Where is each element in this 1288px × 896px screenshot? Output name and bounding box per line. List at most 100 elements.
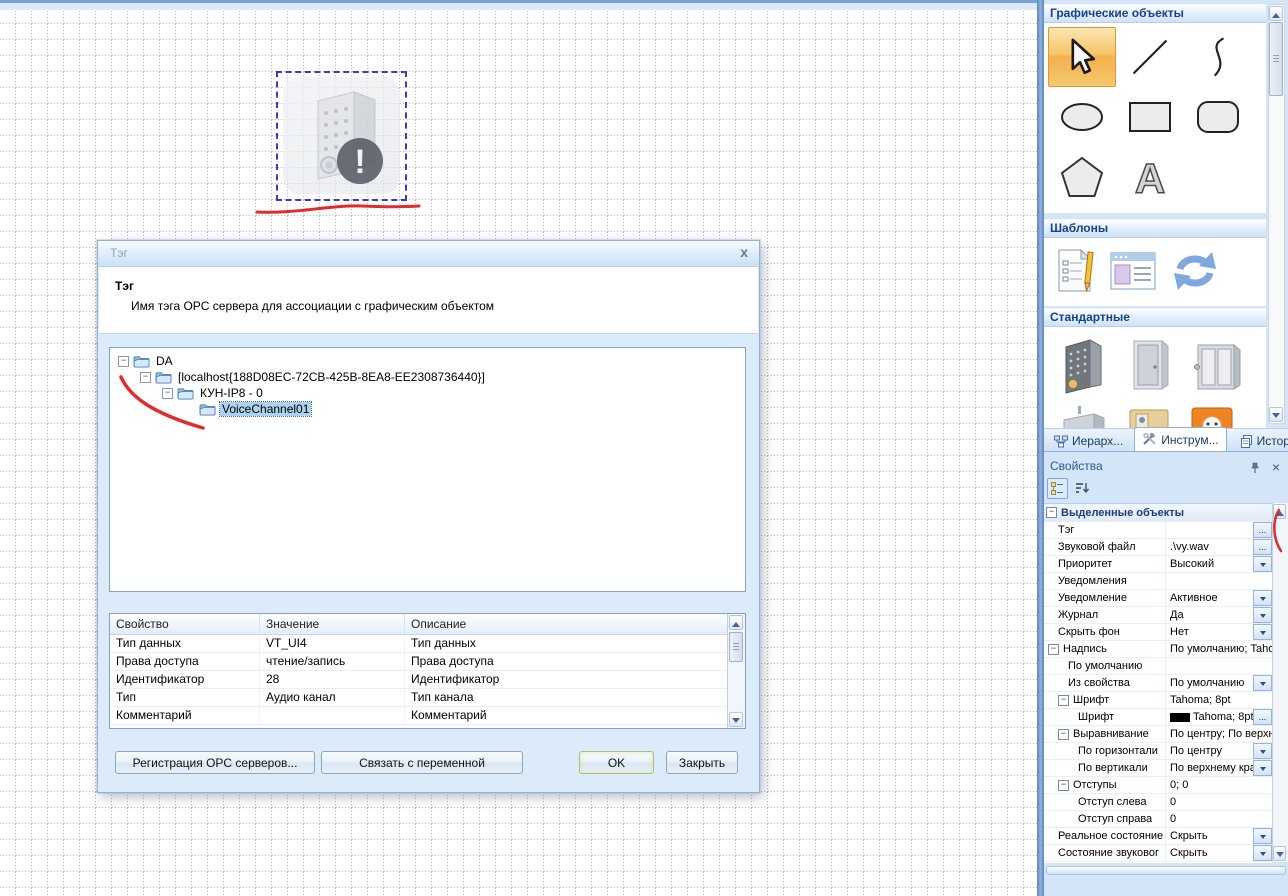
ellipsis-button[interactable]: ... (1253, 522, 1272, 538)
table-header-cell[interactable]: Описание (405, 614, 728, 634)
property-label[interactable]: Уведомления (1044, 573, 1166, 589)
property-category-row[interactable]: −Выделенные объекты (1044, 504, 1272, 522)
bind-variable-button[interactable]: Связать с переменной (321, 751, 523, 774)
section-header-templates[interactable]: Шаблоны (1044, 219, 1266, 238)
property-label[interactable]: −Отступы (1044, 777, 1166, 793)
property-value[interactable]: Скрыть (1166, 845, 1253, 861)
property-row[interactable]: −НадписьПо умолчанию; Taho (1044, 641, 1272, 658)
dropdown-button[interactable] (1253, 624, 1272, 640)
form-template-item[interactable] (1110, 252, 1156, 293)
property-value[interactable]: Высокий (1166, 556, 1253, 572)
scroll-down-button[interactable] (729, 712, 743, 727)
property-value[interactable]: 0 (1166, 811, 1272, 827)
property-row[interactable]: ПриоритетВысокий (1044, 556, 1272, 573)
property-row[interactable]: Из свойстваПо умолчанию (1044, 675, 1272, 692)
table-header-cell[interactable]: Значение (260, 614, 405, 634)
table-row[interactable]: Тип данныхVT_UI4Тип данных (110, 635, 745, 653)
ellipsis-button[interactable]: ... (1253, 539, 1272, 555)
property-label[interactable]: −Шрифт (1044, 692, 1166, 708)
scroll-down-button[interactable] (1273, 846, 1286, 861)
table-row[interactable]: Идентификатор28Идентификатор (110, 671, 745, 689)
property-value[interactable]: Активное (1166, 590, 1253, 606)
property-value[interactable]: Да (1166, 607, 1253, 623)
scroll-thumb[interactable] (1269, 22, 1283, 96)
tree-node[interactable]: VoiceChannel01 (110, 401, 745, 417)
sidebar-splitter[interactable] (1037, 0, 1044, 896)
group-expander-icon[interactable]: − (1048, 644, 1059, 655)
tree-node[interactable]: −КУН-IP8 - 0 (110, 385, 745, 401)
ellipsis-button[interactable]: ... (1253, 709, 1272, 725)
tree-expander-icon[interactable]: − (140, 372, 151, 383)
property-grid-scrollbar[interactable] (1272, 503, 1288, 862)
property-row[interactable]: Реальное состояниеСкрыть (1044, 828, 1272, 845)
scroll-thumb[interactable] (729, 632, 743, 662)
property-label[interactable]: По вертикали (1044, 760, 1166, 776)
property-value[interactable]: Скрыть (1166, 828, 1253, 844)
scroll-up-button[interactable] (1269, 6, 1283, 21)
properties-close-icon[interactable]: × (1272, 457, 1280, 477)
group-expander-icon[interactable]: − (1058, 729, 1069, 740)
rounded-rectangle-tool[interactable] (1184, 87, 1252, 147)
property-row[interactable]: ЖурналДа (1044, 607, 1272, 624)
property-row[interactable]: −Отступы0; 0 (1044, 777, 1272, 794)
dropdown-button[interactable] (1253, 590, 1272, 606)
ellipse-tool[interactable] (1048, 87, 1116, 147)
property-row[interactable]: Отступ слева0 (1044, 794, 1272, 811)
curve-tool[interactable] (1184, 27, 1252, 87)
property-label[interactable]: Отступ слева (1044, 794, 1166, 810)
property-label[interactable]: −Выравнивание (1044, 726, 1166, 742)
dropdown-button[interactable] (1253, 845, 1272, 861)
property-row[interactable]: Состояние звуковогСкрыть (1044, 845, 1272, 862)
property-value[interactable] (1166, 522, 1253, 538)
property-row[interactable]: Скрыть фонНет (1044, 624, 1272, 641)
document-template-item[interactable] (1056, 248, 1094, 297)
table-row[interactable]: КомментарийКомментарий (110, 707, 745, 725)
categorized-view-button[interactable] (1047, 478, 1068, 499)
pin-icon[interactable] (1249, 460, 1260, 480)
close-button[interactable]: Закрыть (666, 751, 738, 774)
table-row[interactable]: Права доступачтение/записьПрава доступа (110, 653, 745, 671)
property-row[interactable]: −ШрифтTahoma; 8pt (1044, 692, 1272, 709)
property-row[interactable]: −ВыравниваниеПо центру; По верхн (1044, 726, 1272, 743)
property-row[interactable]: Тэг... (1044, 522, 1272, 539)
table-header-cell[interactable]: Свойство (110, 614, 260, 634)
property-value[interactable] (1166, 658, 1272, 674)
property-label[interactable]: По горизонтали (1044, 743, 1166, 759)
property-row[interactable]: По горизонталиПо центру (1044, 743, 1272, 760)
property-row[interactable]: УведомлениеАктивное (1044, 590, 1272, 607)
selected-object[interactable]: ! (276, 71, 407, 201)
tree-expander-icon[interactable]: − (118, 356, 129, 367)
property-row[interactable]: По умолчанию (1044, 658, 1272, 675)
property-label[interactable]: Тэг (1044, 522, 1166, 538)
property-value[interactable]: По центру (1166, 743, 1253, 759)
intercom-panel-item[interactable] (1054, 335, 1110, 398)
dropdown-button[interactable] (1253, 828, 1272, 844)
dropdown-button[interactable] (1253, 607, 1272, 623)
property-value[interactable]: 0 (1166, 794, 1272, 810)
property-label[interactable]: −Надпись (1044, 641, 1166, 657)
ok-button[interactable]: OK (579, 751, 654, 774)
tree-node[interactable]: −[localhost{188D08EC-72CB-425B-8EA8-EE23… (110, 369, 745, 385)
property-value[interactable]: 0; 0 (1166, 777, 1272, 793)
property-value[interactable]: По центру; По верхн (1166, 726, 1272, 742)
scroll-up-button[interactable] (729, 615, 743, 630)
register-opc-servers-button[interactable]: Регистрация OPC серверов... (115, 751, 315, 774)
table-row[interactable]: ТипАудио каналТип канала (110, 689, 745, 707)
dropdown-button[interactable] (1253, 760, 1272, 776)
refresh-template-item[interactable] (1172, 250, 1218, 295)
property-label[interactable]: Отступ справа (1044, 811, 1166, 827)
rectangle-tool[interactable] (1116, 87, 1184, 147)
property-value[interactable]: Нет (1166, 624, 1253, 640)
dialog-titlebar[interactable]: Тэг x (98, 241, 759, 267)
property-label[interactable]: Из свойства (1044, 675, 1166, 691)
table-scrollbar[interactable] (727, 614, 745, 728)
door-item[interactable] (1124, 335, 1176, 398)
section-header-standard[interactable]: Стандартные (1044, 308, 1266, 327)
dropdown-button[interactable] (1253, 743, 1272, 759)
property-row[interactable]: Звуковой файл.\vy.wav... (1044, 539, 1272, 556)
scroll-down-button[interactable] (1269, 407, 1283, 422)
alphabetical-sort-button[interactable] (1071, 478, 1092, 499)
card-item-partial[interactable] (1124, 406, 1174, 428)
group-expander-icon[interactable]: − (1058, 780, 1069, 791)
dropdown-button[interactable] (1253, 556, 1272, 572)
